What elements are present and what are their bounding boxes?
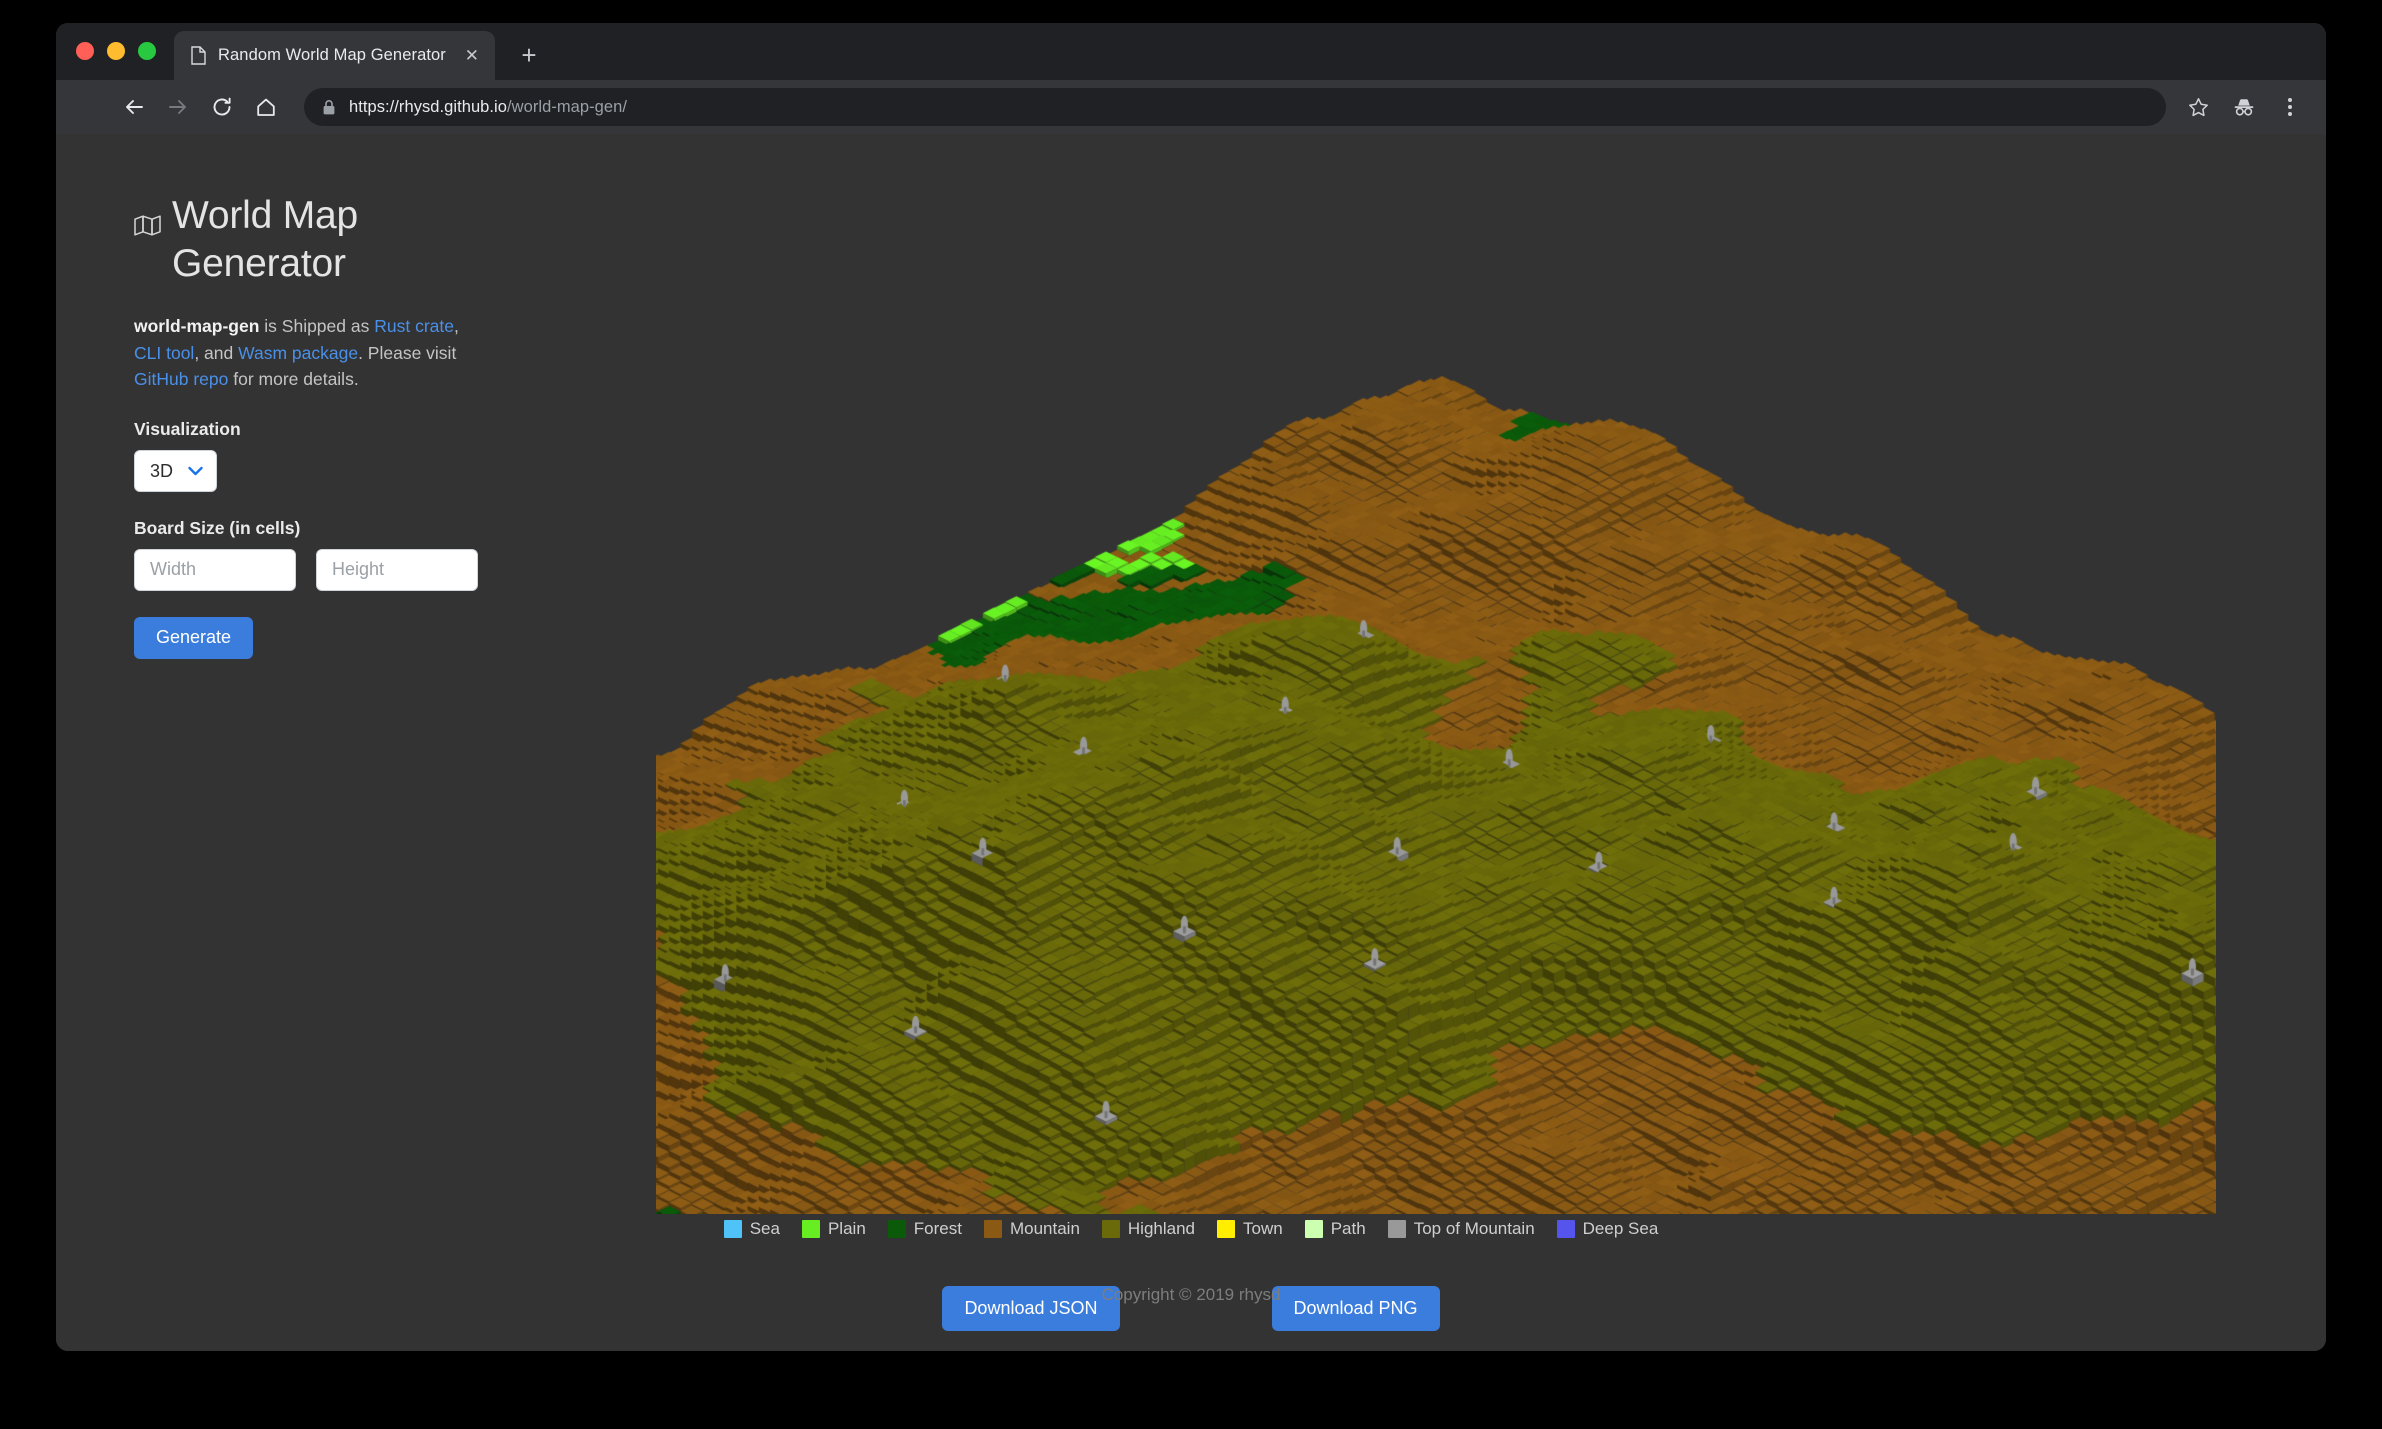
wasm-package-link[interactable]: Wasm package: [238, 343, 358, 363]
board-height-input[interactable]: [316, 548, 478, 591]
incognito-icon[interactable]: [2224, 87, 2264, 127]
minimize-window-button[interactable]: [107, 41, 125, 60]
legend-item: Town: [1217, 1219, 1283, 1239]
legend-swatch: [1304, 1220, 1323, 1238]
map-legend: Sea Plain Forest Mountain Highland Town Path To…: [56, 1219, 2326, 1239]
three-dot-menu-icon[interactable]: [2270, 87, 2310, 127]
url-host: https://rhysd.github.io: [349, 97, 507, 116]
toolbar-actions: [2178, 87, 2310, 127]
legend-swatch: [1217, 1220, 1236, 1238]
reload-icon[interactable]: [200, 85, 244, 129]
generate-button[interactable]: Generate: [134, 616, 254, 659]
window-traffic-lights: [76, 23, 156, 80]
visualization-select[interactable]: 3D: [134, 449, 217, 492]
legend-label: Deep Sea: [1582, 1219, 1659, 1238]
map-viewport[interactable]: [656, 314, 2216, 1214]
page-icon: [190, 46, 207, 65]
intro-text-4: . Please visit: [358, 342, 457, 363]
page-title-text: World Map Generator: [172, 194, 359, 285]
arrow-back-icon[interactable]: [112, 85, 156, 129]
legend-label: Town: [1243, 1219, 1283, 1238]
legend-label: Forest: [913, 1219, 962, 1238]
home-icon[interactable]: [244, 85, 288, 129]
footer-copyright: Copyright © 2019 rhysd: [1101, 1285, 1281, 1304]
isometric-map-canvas[interactable]: [656, 314, 2216, 1214]
tab-strip: Random World Map Generator ✕ +: [56, 23, 2326, 80]
legend-label: Sea: [749, 1219, 780, 1238]
legend-label: Mountain: [1009, 1219, 1080, 1238]
map-icon: [134, 200, 161, 248]
close-window-button[interactable]: [76, 41, 94, 60]
arrow-forward-icon[interactable]: [156, 85, 200, 129]
lock-icon: [322, 99, 336, 116]
legend-item: Top of Mountain: [1387, 1219, 1535, 1239]
legend-item: Highland: [1101, 1219, 1196, 1239]
star-icon[interactable]: [2178, 87, 2218, 127]
maximize-window-button[interactable]: [138, 41, 156, 60]
legend-label: Path: [1330, 1219, 1366, 1238]
legend-swatch: [801, 1220, 820, 1238]
legend-swatch: [1101, 1220, 1120, 1238]
legend-label: Plain: [827, 1219, 866, 1238]
intro-text-3: , and: [194, 342, 239, 363]
page-content: World Map Generator world-map-gen is Shi…: [56, 134, 2326, 1351]
tab-title: Random World Map Generator: [218, 46, 446, 64]
legend-item: Mountain: [983, 1219, 1080, 1239]
browser-toolbar: https://rhysd.github.io/world-map-gen/: [56, 80, 2326, 134]
browser-tab[interactable]: Random World Map Generator ✕: [174, 31, 495, 80]
legend-item: Forest: [887, 1219, 962, 1239]
page-title: World Map Generator: [134, 192, 479, 287]
intro-text-2: ,: [453, 316, 459, 337]
board-size-row: [134, 548, 479, 591]
visualization-select-wrapper: 3D: [134, 449, 217, 492]
address-bar-url: https://rhysd.github.io/world-map-gen/: [349, 98, 627, 117]
brand-name: world-map-gen: [134, 316, 260, 337]
legend-swatch: [887, 1220, 906, 1238]
legend-swatch: [1556, 1220, 1575, 1238]
github-repo-link[interactable]: GitHub repo: [134, 369, 228, 389]
intro-text-1: is Shipped as: [259, 316, 375, 337]
legend-label: Highland: [1127, 1219, 1196, 1238]
legend-item: Deep Sea: [1556, 1219, 1659, 1239]
legend-swatch: [983, 1220, 1002, 1238]
legend-swatch: [723, 1220, 742, 1238]
legend-item: Plain: [801, 1219, 866, 1239]
plus-icon[interactable]: +: [513, 39, 545, 71]
intro-paragraph: world-map-gen is Shipped as Rust crate , …: [134, 313, 479, 393]
legend-swatch: [1387, 1220, 1406, 1238]
rust-crate-link[interactable]: Rust crate: [374, 316, 454, 336]
visualization-label: Visualization: [134, 418, 241, 439]
browser-window: Random World Map Generator ✕ + https://r: [56, 23, 2326, 1351]
legend-item: Sea: [723, 1219, 780, 1239]
legend-label: Top of Mountain: [1413, 1219, 1535, 1238]
control-sidebar: World Map Generator world-map-gen is Shi…: [134, 192, 479, 659]
board-width-input[interactable]: [134, 548, 296, 591]
legend-item: Path: [1304, 1219, 1366, 1239]
cli-tool-link[interactable]: CLI tool: [134, 343, 194, 363]
close-icon[interactable]: ✕: [461, 45, 483, 67]
intro-text-5: for more details.: [228, 369, 359, 390]
url-path: /world-map-gen/: [507, 97, 627, 116]
address-bar[interactable]: https://rhysd.github.io/world-map-gen/: [304, 88, 2166, 126]
board-size-label: Board Size (in cells): [134, 517, 301, 538]
